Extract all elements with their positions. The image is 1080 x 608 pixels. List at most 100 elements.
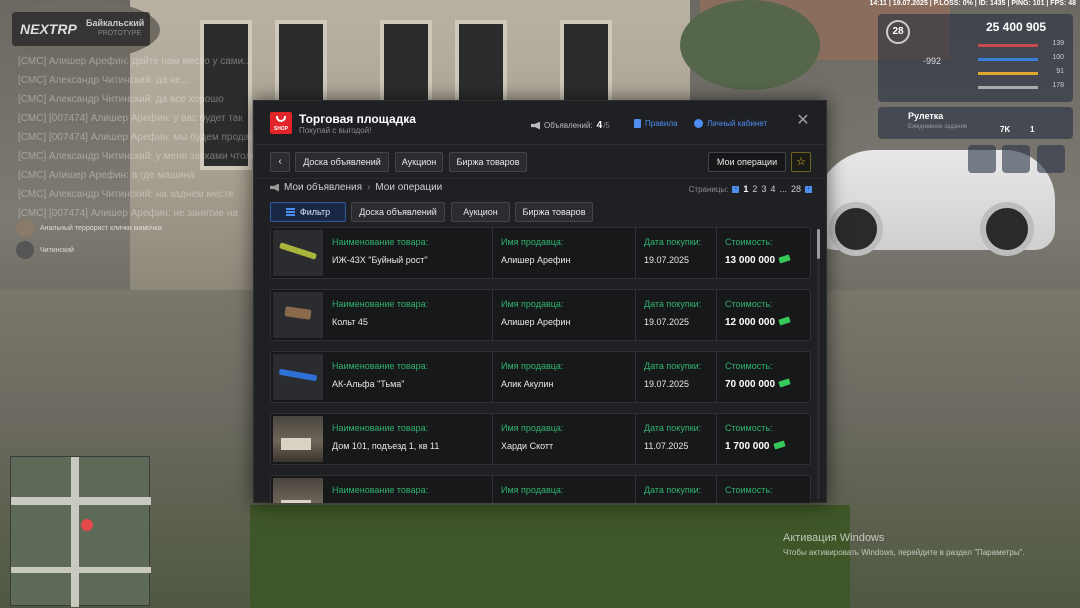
stat-value: 139 [1052,40,1064,47]
player-tag: Анальный террорист клички мамочка [16,219,162,237]
level-badge: 28 [886,20,910,44]
scrollbar-thumb[interactable] [817,229,820,259]
price-column: Стоимость: [716,476,811,503]
stat-bar [978,58,1038,61]
seller-column: Имя продавца: Алишер Арефин [492,290,635,340]
item-column: Наименование товара: [324,476,492,503]
price-value: 12 000 000 [725,316,791,328]
cash-icon [778,316,791,326]
item-thumbnail [273,292,323,338]
page-link[interactable]: 2 [752,184,757,194]
date-label: Дата покупки: [644,485,702,495]
page-link[interactable]: 1 [743,184,748,194]
item-thumbnail [273,416,323,462]
chat-line: [СМС] Алишер Арефин: дайте нам место у с… [18,56,252,67]
price-label: Стоимость: [725,299,773,309]
user-icon [694,119,703,128]
tab-board[interactable]: Доска объявлений [295,152,389,172]
chat-line: [СМС] Александр Читинский: да не... [18,75,190,86]
event-icon[interactable] [968,145,996,173]
list-item[interactable]: Наименование товара: Имя продавца: Дата … [270,475,811,503]
seller-label: Имя продавца: [501,361,564,371]
rifle-icon [278,368,318,382]
filter-board[interactable]: Доска объявлений [351,202,445,222]
my-operations-button[interactable]: Мои операции [708,152,786,172]
page-link[interactable]: 4 [770,184,775,194]
price-label: Стоимость: [725,423,773,433]
purchase-date: 19.07.2025 [644,255,690,265]
windows-activation-watermark: Активация Windows Чтобы активировать Win… [783,532,1025,557]
breadcrumb-my-ads[interactable]: Мои объявления [284,182,362,193]
seller-name: Алишер Арефин [501,317,571,327]
shotgun-icon [279,242,317,260]
breadcrumb-current: Мои операции [375,182,443,193]
stamina-stat: 178 [978,82,1068,94]
seller-column: Имя продавца: Алик Акулин [492,352,635,402]
cabinet-link[interactable]: Личный кабинет [694,119,767,128]
favorites-star-icon[interactable]: ☆ [791,152,811,172]
price-value: 1 700 000 [725,440,786,452]
close-button[interactable]: ✕ [796,113,810,129]
tab-auction[interactable]: Аукцион [395,152,443,172]
player-tag: Читинский [16,241,74,259]
breadcrumb: Мои объявления › Мои операции [270,182,442,193]
rules-link[interactable]: Правила [634,119,677,128]
item-label: Наименование товара: [332,361,429,371]
prev-page-button[interactable]: ‹ [732,185,740,193]
window-subtitle: Покупай с выгодой! [299,126,372,135]
date-label: Дата покупки: [644,237,702,247]
marketplace-window: SHOP Торговая площадка Покупай с выгодой… [253,100,827,503]
menu-icon[interactable] [1002,145,1030,173]
item-label: Наименование товара: [332,485,429,495]
health-stat: 139 [978,40,1068,52]
list-item[interactable]: Наименование товара: Кольт 45 Имя продав… [270,289,811,341]
roulette-title: Рулетка [908,111,944,121]
list-item[interactable]: Наименование товара: ИЖ-43Х "Буйный рост… [270,227,811,279]
ads-max: /5 [603,121,610,130]
date-label: Дата покупки: [644,423,702,433]
filter-exchange[interactable]: Биржа товаров [515,202,593,222]
filter-button[interactable]: Фильтр [270,202,346,222]
cash-icon [778,254,791,264]
price-label: Стоимость: [725,485,773,495]
filter-auction[interactable]: Аукцион [451,202,510,222]
server-logo: NEXTRP Байкальский PROTOTYPE [12,12,150,46]
item-thumbnail [273,230,323,276]
price-label: Стоимость: [725,237,773,247]
page-ellipsis: ... [779,184,787,194]
filter-label: Фильтр [299,207,331,217]
seller-column: Имя продавца: Алишер Арефин [492,228,635,278]
price-amount: 13 000 000 [725,255,776,266]
pagination: Страницы: ‹ 1 2 3 4 ... 28 › [689,184,812,194]
date-column: Дата покупки: 19.07.2025 [635,228,716,278]
price-amount: 12 000 000 [725,317,776,328]
pages-label: Страницы: [688,184,729,194]
list-item[interactable]: Наименование товара: Дом 101, подъезд 1,… [270,413,811,465]
watermark-sub: Чтобы активировать Windows, перейдите в … [783,548,1025,557]
stat-bar [978,44,1038,47]
page-link[interactable]: 3 [761,184,766,194]
tab-exchange[interactable]: Биржа товаров [449,152,527,172]
seller-label: Имя продавца: [501,237,564,247]
back-button[interactable]: ‹ [270,152,290,172]
seller-label: Имя продавца: [501,299,564,309]
seller-label: Имя продавца: [501,485,564,495]
purchase-date: 19.07.2025 [644,317,690,327]
page-link[interactable]: 28 [791,184,801,194]
ads-count: 4 [596,120,603,131]
scrollbar[interactable] [817,229,820,499]
window-header: SHOP Торговая площадка Покупай с выгодой… [254,101,826,145]
chat-line: [СМС] Александр Читинский: у меня заскам… [18,151,257,162]
roulette-widget[interactable]: Рулетка Ежедневное задание 7K 1 [878,107,1073,139]
breadcrumb-separator: › [367,182,371,193]
minimap [10,456,151,607]
stat-value: 91 [1056,68,1064,75]
list-item[interactable]: Наименование товара: АК-Альфа "Тьма" Имя… [270,351,811,403]
item-name: Дом 101, подъезд 1, кв 11 [332,441,440,451]
server-sub: PROTOTYPE [98,30,142,37]
chat-line: [СМС] [007474] Алишер Арефин: у вас буде… [18,113,243,124]
player-name: Читинский [40,246,74,254]
next-page-button[interactable]: › [805,185,812,193]
item-column: Наименование товара: ИЖ-43Х "Буйный рост… [324,228,492,278]
notification-bell-icon[interactable] [1037,145,1065,173]
